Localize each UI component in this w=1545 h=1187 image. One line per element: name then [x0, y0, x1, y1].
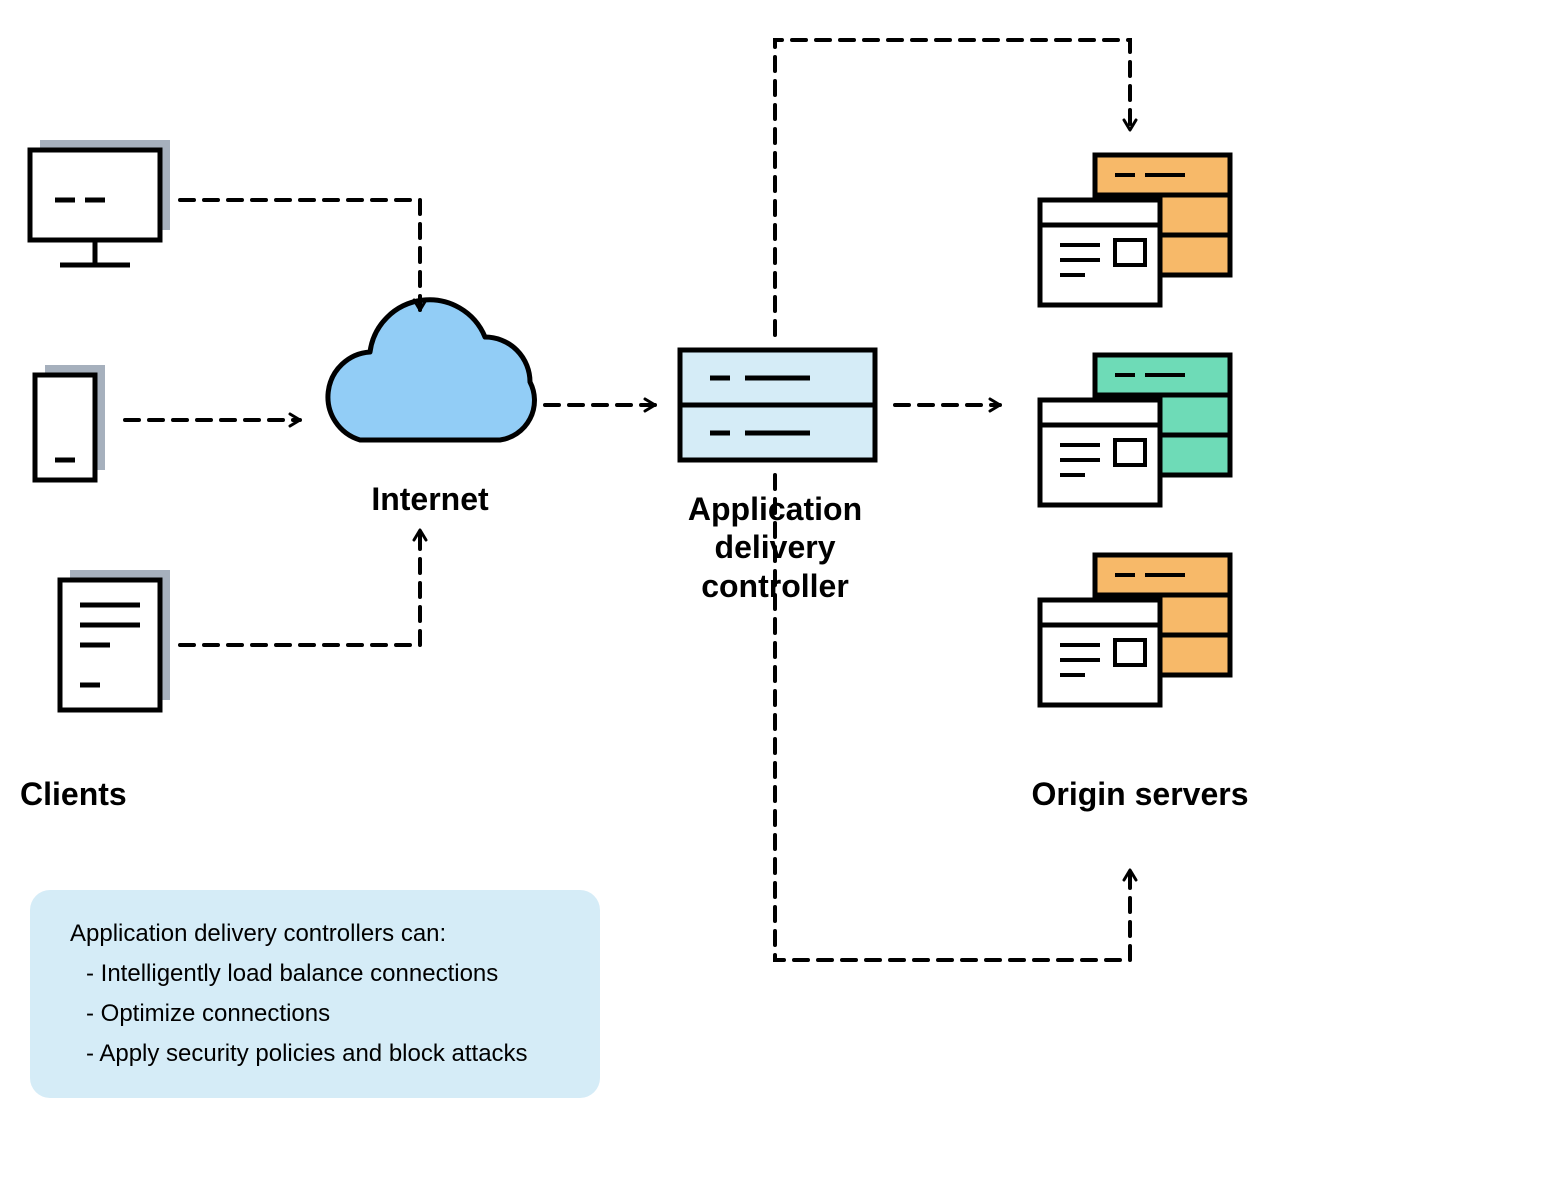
callout-box: Application delivery controllers can: - …	[30, 890, 600, 1098]
arrow-tablet-to-internet	[180, 530, 420, 645]
origin-server-2-icon	[1040, 355, 1230, 505]
adc-label: Application delivery controller	[645, 490, 905, 605]
client-monitor-icon	[30, 140, 170, 265]
origin-servers-label: Origin servers	[990, 775, 1290, 813]
client-phone-icon	[35, 365, 105, 480]
callout-heading: Application delivery controllers can:	[70, 920, 560, 948]
callout-item-3: - Apply security policies and block atta…	[70, 1040, 560, 1068]
client-tablet-icon	[60, 570, 170, 710]
origin-server-1-icon	[1040, 155, 1230, 305]
callout-item-2: - Optimize connections	[70, 1000, 560, 1028]
adc-label-line1: Application	[688, 491, 862, 527]
adc-label-line3: controller	[701, 568, 849, 604]
internet-cloud-icon	[328, 300, 535, 440]
internet-label: Internet	[330, 480, 530, 518]
adc-label-line2: delivery	[715, 529, 836, 565]
adc-box-icon	[680, 350, 875, 460]
arrow-adc-to-server-top	[775, 40, 1130, 335]
callout-item-1: - Intelligently load balance connections	[70, 960, 560, 988]
clients-label: Clients	[20, 775, 220, 813]
origin-server-3-icon	[1040, 555, 1230, 705]
arrow-monitor-to-internet	[180, 200, 420, 310]
